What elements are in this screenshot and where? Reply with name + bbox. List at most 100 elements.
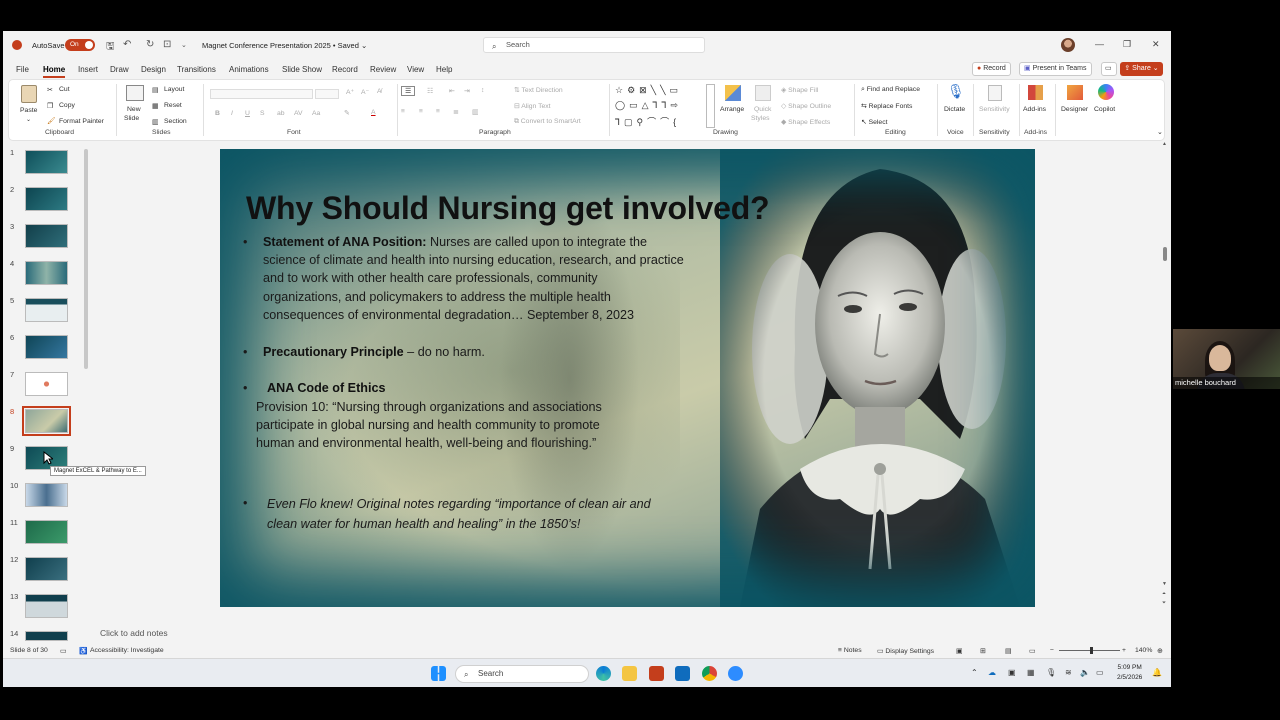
show-hidden-icons[interactable]: ⌃: [971, 668, 978, 677]
save-icon[interactable]: 🖫: [106, 39, 115, 56]
zoom-out-icon[interactable]: −: [1050, 647, 1054, 654]
volume-icon[interactable]: 🔈: [1080, 668, 1090, 677]
decrease-font-icon[interactable]: A⁻: [361, 88, 369, 96]
designer-button[interactable]: Designer: [1061, 106, 1088, 113]
share-button[interactable]: ⇪ Share ⌄: [1120, 62, 1163, 76]
slide-canvas[interactable]: Why Should Nursing get involved? • State…: [220, 149, 1035, 607]
document-title[interactable]: Magnet Conference Presentation 2025 • Sa…: [202, 41, 367, 50]
tab-slide-show[interactable]: Slide Show: [282, 65, 322, 74]
slide-title[interactable]: Why Should Nursing get involved?: [246, 190, 770, 227]
customize-quick-access-icon[interactable]: ⌄: [181, 41, 187, 49]
taskbar-clock[interactable]: 5:09 PM 2/5/2026: [1117, 663, 1142, 683]
copy-button[interactable]: Copy: [59, 102, 75, 109]
present-in-teams-button[interactable]: ▣ Present in Teams: [1019, 62, 1092, 76]
spelling-icon[interactable]: ▭: [60, 647, 66, 655]
notes-placeholder[interactable]: Click to add notes: [100, 628, 168, 638]
reading-view-icon[interactable]: ▤: [1005, 647, 1011, 655]
accessibility-icon[interactable]: ♿: [79, 647, 87, 655]
clear-formatting-icon[interactable]: A̸: [377, 88, 382, 95]
thumbnails-scroll-thumb[interactable]: [84, 149, 88, 369]
slide-thumbnail-6[interactable]: [25, 335, 68, 359]
font-color-icon[interactable]: A: [371, 109, 376, 116]
tray-app2-icon[interactable]: ▦: [1027, 668, 1035, 677]
zoom-slider-thumb[interactable]: [1090, 647, 1093, 654]
shapes-more-icon[interactable]: [706, 84, 715, 128]
tab-insert[interactable]: Insert: [78, 65, 98, 74]
shapes-gallery-row2[interactable]: ◯▭△⅂⅂⇨: [615, 100, 682, 111]
reset-icon[interactable]: ▦: [152, 102, 158, 110]
arrange-icon[interactable]: [725, 85, 741, 101]
minimize-icon[interactable]: —: [1095, 39, 1104, 49]
italic-icon[interactable]: I: [231, 110, 233, 117]
onedrive-icon[interactable]: ☁: [988, 668, 996, 677]
convert-smartart-button[interactable]: ⧉ Convert to SmartArt: [514, 118, 581, 126]
slide-thumbnail-11[interactable]: [25, 520, 68, 544]
microphone-tray-icon[interactable]: 🎙: [1046, 668, 1056, 677]
collapse-ribbon-icon[interactable]: ⌄: [1157, 128, 1163, 136]
align-left-icon[interactable]: ≡: [401, 108, 405, 115]
align-text-button[interactable]: ⊟ Align Text: [514, 102, 551, 110]
sensitivity-icon[interactable]: [988, 85, 1002, 101]
copy-icon[interactable]: ❐: [47, 102, 53, 110]
file-explorer-icon[interactable]: [622, 666, 637, 681]
slide-thumbnail-3[interactable]: [25, 224, 68, 248]
numbering-icon[interactable]: ☷: [427, 87, 433, 95]
slide-thumbnail-7[interactable]: [25, 372, 68, 396]
cut-button[interactable]: Cut: [59, 86, 70, 93]
tab-home[interactable]: Home: [43, 65, 66, 78]
copilot-button[interactable]: Copilot: [1094, 106, 1115, 113]
slide-thumbnail-13[interactable]: [25, 594, 68, 618]
paste-dropdown-icon[interactable]: ⌄: [26, 116, 31, 123]
shape-effects-button[interactable]: ◆ Shape Effects: [781, 118, 830, 126]
dictate-button[interactable]: Dictate: [944, 106, 965, 113]
tab-draw[interactable]: Draw: [110, 65, 129, 74]
search-input[interactable]: ⌕ Search: [483, 37, 705, 53]
change-case-icon[interactable]: Aa: [312, 110, 320, 117]
new-slide-button-line2[interactable]: Slide: [124, 115, 139, 122]
cut-icon[interactable]: ✂: [47, 86, 53, 94]
character-spacing-icon[interactable]: AV: [294, 110, 303, 117]
slide-thumbnail-8[interactable]: [22, 406, 71, 436]
slide-thumbnail-5[interactable]: [25, 298, 68, 322]
reset-button[interactable]: Reset: [164, 102, 182, 109]
shapes-gallery-row3[interactable]: ⅂▢⚲⌒⌒{: [615, 115, 680, 128]
decrease-indent-icon[interactable]: ⇤: [449, 87, 455, 95]
taskbar-search[interactable]: ⌕ Search: [455, 665, 589, 683]
next-slide-icon[interactable]: ⏷: [1162, 600, 1166, 606]
paste-icon[interactable]: [21, 85, 37, 103]
powerpoint-taskbar-icon[interactable]: [649, 666, 664, 681]
copilot-icon[interactable]: [1098, 84, 1114, 100]
notifications-icon[interactable]: 🔔: [1152, 668, 1162, 677]
shape-outline-button[interactable]: ◇ Shape Outline: [781, 102, 831, 110]
slide-thumbnail-14[interactable]: [25, 631, 68, 641]
tab-help[interactable]: Help: [436, 65, 452, 74]
slide-thumbnail-4[interactable]: [25, 261, 68, 285]
slideshow-view-icon[interactable]: ▭: [1029, 647, 1035, 655]
sensitivity-button[interactable]: Sensitivity: [979, 106, 1010, 113]
slide-thumbnail-10[interactable]: [25, 483, 68, 507]
bullets-icon[interactable]: ☰: [401, 86, 416, 96]
increase-indent-icon[interactable]: ⇥: [464, 87, 470, 95]
columns-icon[interactable]: ▥: [472, 108, 478, 116]
close-icon[interactable]: ✕: [1152, 39, 1160, 50]
zoom-level[interactable]: 140%: [1135, 647, 1152, 654]
wifi-icon[interactable]: ≋: [1065, 668, 1072, 677]
tab-record[interactable]: Record: [332, 65, 358, 74]
scroll-up-icon[interactable]: ▲: [1162, 141, 1167, 147]
text-direction-button[interactable]: ⇅ Text Direction: [514, 86, 563, 94]
zoom-icon[interactable]: [728, 666, 743, 681]
slide-thumbnail-12[interactable]: [25, 557, 68, 581]
edge-icon[interactable]: [596, 666, 611, 681]
zoom-in-icon[interactable]: +: [1122, 647, 1126, 654]
notes-button[interactable]: ≡ Notes: [838, 647, 862, 654]
line-spacing-icon[interactable]: ↕: [481, 87, 484, 94]
strikethrough-icon[interactable]: ab: [277, 110, 285, 117]
thumbnails-scrollbar[interactable]: [84, 141, 88, 641]
present-from-beginning-icon[interactable]: ⊡: [163, 39, 171, 50]
slide-thumbnail-1[interactable]: [25, 150, 68, 174]
video-participant-tile[interactable]: michelle bouchard: [1173, 329, 1280, 389]
underline-icon[interactable]: U: [245, 110, 250, 117]
accessibility-status[interactable]: Accessibility: Investigate: [90, 647, 164, 654]
quick-styles-button[interactable]: Quick: [754, 106, 771, 113]
format-painter-button[interactable]: Format Painter: [59, 118, 104, 125]
